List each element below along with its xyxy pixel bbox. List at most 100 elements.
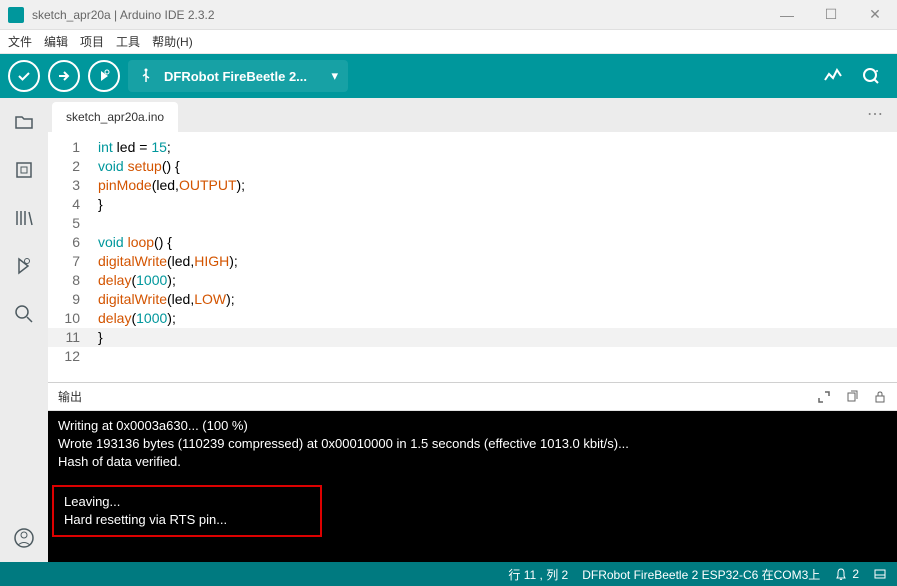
- line-text[interactable]: [98, 347, 897, 366]
- sidebar-boards[interactable]: [12, 158, 36, 182]
- output-header: 输出: [48, 383, 897, 411]
- line-text[interactable]: }: [98, 328, 897, 347]
- board-label: DFRobot FireBeetle 2...: [164, 69, 307, 84]
- sidebar-folder[interactable]: [12, 110, 36, 134]
- menu-file[interactable]: 文件: [8, 33, 32, 50]
- line-number: 5: [48, 214, 98, 233]
- menu-sketch[interactable]: 项目: [80, 33, 104, 50]
- folder-icon: [13, 111, 35, 133]
- verify-button[interactable]: [8, 60, 40, 92]
- line-text[interactable]: pinMode(led,OUTPUT);: [98, 176, 897, 195]
- maximize-button[interactable]: ☐: [817, 5, 845, 25]
- sidebar-debug[interactable]: [12, 254, 36, 278]
- code-line[interactable]: 4}: [48, 195, 897, 214]
- code-line[interactable]: 12: [48, 347, 897, 366]
- arrow-right-icon: [56, 68, 72, 84]
- output-panel: 输出 Writing at 0x0003a630... (100 %)Wrote…: [48, 382, 897, 562]
- editor-area: sketch_apr20a.ino ⋯ 1int led = 15;2void …: [48, 98, 897, 562]
- debug-icon: [13, 255, 35, 277]
- sidebar: [0, 98, 48, 562]
- line-text[interactable]: void loop() {: [98, 233, 897, 252]
- lock-icon: [873, 390, 887, 404]
- line-text[interactable]: void setup() {: [98, 157, 897, 176]
- close-button[interactable]: ✕: [861, 5, 889, 25]
- line-number: 3: [48, 176, 98, 195]
- board-icon: [13, 159, 35, 181]
- sidebar-search[interactable]: [12, 302, 36, 326]
- plotter-icon: [823, 66, 843, 86]
- status-notif-count: 2: [852, 567, 859, 581]
- output-body[interactable]: Writing at 0x0003a630... (100 %)Wrote 19…: [48, 411, 897, 562]
- status-close-panel[interactable]: [873, 567, 887, 581]
- line-text[interactable]: delay(1000);: [98, 309, 897, 328]
- code-line[interactable]: 7digitalWrite(led,HIGH);: [48, 252, 897, 271]
- line-number: 11: [48, 328, 98, 347]
- account-icon: [13, 527, 35, 549]
- debug-button[interactable]: [88, 60, 120, 92]
- monitor-icon: [861, 66, 881, 86]
- library-icon: [13, 207, 35, 229]
- line-text[interactable]: delay(1000);: [98, 271, 897, 290]
- status-cursor: 行 11 , 列 2: [508, 566, 568, 583]
- line-text[interactable]: int led = 15;: [98, 138, 897, 157]
- main-area: sketch_apr20a.ino ⋯ 1int led = 15;2void …: [0, 98, 897, 562]
- line-number: 9: [48, 290, 98, 309]
- output-lock-button[interactable]: [873, 390, 887, 404]
- output-line: Hard resetting via RTS pin...: [64, 511, 310, 529]
- code-line[interactable]: 6void loop() {: [48, 233, 897, 252]
- output-line: Hash of data verified.: [58, 453, 887, 471]
- code-editor[interactable]: 1int led = 15;2void setup() {3pinMode(le…: [48, 132, 897, 382]
- panel-icon: [873, 567, 887, 581]
- line-text[interactable]: digitalWrite(led,HIGH);: [98, 252, 897, 271]
- menu-help[interactable]: 帮助(H): [152, 33, 193, 50]
- serial-monitor-button[interactable]: [861, 66, 881, 86]
- toolbar: DFRobot FireBeetle 2... ▾: [0, 54, 897, 98]
- output-line: Leaving...: [64, 493, 310, 511]
- sidebar-account[interactable]: [12, 526, 36, 550]
- line-text[interactable]: }: [98, 195, 897, 214]
- copy-icon: [845, 390, 859, 404]
- code-line[interactable]: 2void setup() {: [48, 157, 897, 176]
- code-line[interactable]: 10delay(1000);: [48, 309, 897, 328]
- line-text[interactable]: digitalWrite(led,LOW);: [98, 290, 897, 309]
- line-number: 6: [48, 233, 98, 252]
- output-copy-button[interactable]: [845, 390, 859, 404]
- tab-file[interactable]: sketch_apr20a.ino: [52, 102, 178, 132]
- line-number: 8: [48, 271, 98, 290]
- window-title: sketch_apr20a | Arduino IDE 2.3.2: [32, 8, 773, 22]
- menubar: 文件 编辑 项目 工具 帮助(H): [0, 30, 897, 54]
- code-line[interactable]: 3pinMode(led,OUTPUT);: [48, 176, 897, 195]
- output-expand-button[interactable]: [817, 390, 831, 404]
- status-board[interactable]: DFRobot FireBeetle 2 ESP32-C6 在COM3上: [582, 566, 820, 583]
- statusbar: 行 11 , 列 2 DFRobot FireBeetle 2 ESP32-C6…: [0, 562, 897, 586]
- bell-icon: [834, 567, 848, 581]
- code-line[interactable]: 11}: [48, 328, 897, 347]
- line-number: 12: [48, 347, 98, 366]
- tabbar: sketch_apr20a.ino ⋯: [48, 98, 897, 132]
- output-line: Writing at 0x0003a630... (100 %): [58, 417, 887, 435]
- code-line[interactable]: 1int led = 15;: [48, 138, 897, 157]
- output-line: Wrote 193136 bytes (110239 compressed) a…: [58, 435, 887, 453]
- code-line[interactable]: 5: [48, 214, 897, 233]
- line-text[interactable]: [98, 214, 897, 233]
- search-icon: [13, 303, 35, 325]
- menu-tools[interactable]: 工具: [116, 33, 140, 50]
- output-highlight: Leaving...Hard resetting via RTS pin...: [52, 485, 322, 537]
- line-number: 7: [48, 252, 98, 271]
- app-icon: [8, 7, 24, 23]
- upload-button[interactable]: [48, 60, 80, 92]
- board-selector[interactable]: DFRobot FireBeetle 2... ▾: [128, 60, 348, 92]
- minimize-button[interactable]: —: [773, 5, 801, 25]
- chevron-down-icon: ▾: [331, 68, 338, 84]
- usb-icon: [138, 68, 154, 84]
- sidebar-library[interactable]: [12, 206, 36, 230]
- status-notifications[interactable]: 2: [834, 567, 859, 581]
- code-line[interactable]: 9digitalWrite(led,LOW);: [48, 290, 897, 309]
- check-icon: [16, 68, 32, 84]
- menu-edit[interactable]: 编辑: [44, 33, 68, 50]
- play-debug-icon: [96, 68, 112, 84]
- tab-more-button[interactable]: ⋯: [853, 96, 897, 132]
- serial-plotter-button[interactable]: [823, 66, 843, 86]
- expand-icon: [817, 390, 831, 404]
- code-line[interactable]: 8delay(1000);: [48, 271, 897, 290]
